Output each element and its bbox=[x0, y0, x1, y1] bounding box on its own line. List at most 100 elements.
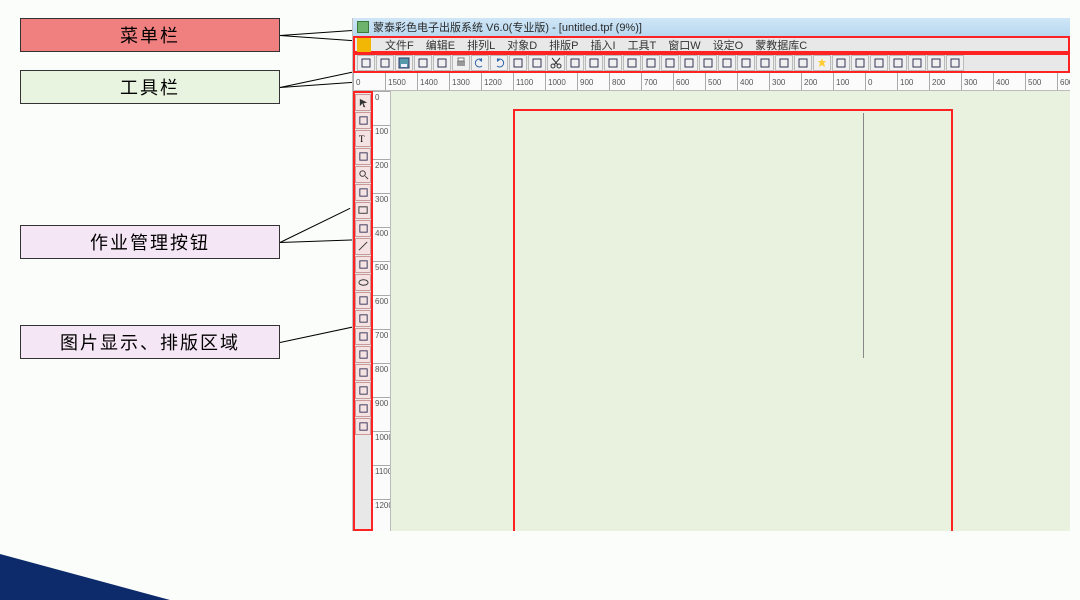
text-box-icon[interactable] bbox=[355, 220, 371, 237]
ruler-label: 0 bbox=[868, 78, 872, 87]
ruler-label: 100 bbox=[900, 78, 913, 87]
wave-icon[interactable] bbox=[355, 310, 371, 327]
open-icon[interactable] bbox=[357, 55, 375, 71]
group-icon[interactable] bbox=[623, 55, 641, 71]
ruler-tick: 0 bbox=[373, 91, 391, 92]
align-center-icon[interactable] bbox=[680, 55, 698, 71]
ruler-tick: 400 bbox=[737, 73, 738, 91]
ruler-label: 800 bbox=[375, 365, 388, 374]
zoom-icon[interactable] bbox=[355, 166, 371, 183]
ruler-label: 900 bbox=[375, 399, 388, 408]
rectangle-icon[interactable] bbox=[355, 202, 371, 219]
ruler-label: 800 bbox=[612, 78, 625, 87]
layers-icon[interactable] bbox=[946, 55, 964, 71]
text-frame-icon[interactable] bbox=[870, 55, 888, 71]
menu-item-object[interactable]: 对象D bbox=[507, 37, 537, 53]
menu-item-settings[interactable]: 设定O bbox=[713, 37, 744, 53]
redo-icon[interactable] bbox=[490, 55, 508, 71]
import-icon[interactable] bbox=[414, 55, 432, 71]
horizontal-ruler: 0150014001300120011001000900800700600500… bbox=[353, 73, 1070, 91]
menu-item-insert[interactable]: 插入I bbox=[591, 37, 616, 53]
color-dropper-icon[interactable] bbox=[794, 55, 812, 71]
canvas-layout-area[interactable] bbox=[513, 109, 953, 531]
ungroup-icon[interactable] bbox=[642, 55, 660, 71]
leader-line bbox=[280, 208, 351, 243]
ruler-tick: 300 bbox=[769, 73, 770, 91]
ruler-tick: 1500 bbox=[385, 73, 386, 91]
ruler-label: 1200 bbox=[484, 78, 502, 87]
paste-icon[interactable] bbox=[585, 55, 603, 71]
ruler-tick: 500 bbox=[1025, 73, 1026, 91]
save-icon[interactable] bbox=[395, 55, 413, 71]
rect-frame-icon[interactable] bbox=[355, 256, 371, 273]
link-icon[interactable] bbox=[775, 55, 793, 71]
to-front-icon[interactable] bbox=[718, 55, 736, 71]
annotation-job-buttons: 作业管理按钮 bbox=[20, 225, 280, 259]
ruler-tick: 600 bbox=[673, 73, 674, 91]
menu-item-arrange[interactable]: 排列L bbox=[467, 37, 495, 53]
measure-icon[interactable] bbox=[832, 55, 850, 71]
artboard-icon[interactable] bbox=[927, 55, 945, 71]
menu-item-layout[interactable]: 排版P bbox=[549, 37, 578, 53]
menu-item-file[interactable]: 文件F bbox=[385, 37, 414, 53]
measure-tool-icon[interactable] bbox=[355, 418, 371, 435]
menu-item-edit[interactable]: 编辑E bbox=[426, 37, 455, 53]
zoom-in-icon[interactable] bbox=[509, 55, 527, 71]
menu-app-icon bbox=[357, 38, 371, 52]
ruler-label: 500 bbox=[1028, 78, 1041, 87]
ruler-tick: 200 bbox=[801, 73, 802, 91]
pan-icon[interactable] bbox=[355, 184, 371, 201]
ellipse-frame-icon[interactable] bbox=[355, 274, 371, 291]
ruler-label: 200 bbox=[804, 78, 817, 87]
align-left-icon[interactable] bbox=[661, 55, 679, 71]
ruler-tick: 0 bbox=[865, 73, 866, 91]
polygon-icon[interactable] bbox=[355, 292, 371, 309]
ruler-tick: 200 bbox=[929, 73, 930, 91]
text-icon[interactable]: T bbox=[355, 130, 371, 147]
bezier-icon[interactable] bbox=[355, 328, 371, 345]
window-title-bar[interactable]: 蒙泰彩色电子出版系统 V6.0(专业版) - [untitled.tpf (9%… bbox=[353, 18, 1070, 36]
monitor-icon[interactable] bbox=[376, 55, 394, 71]
ruler-label: 1400 bbox=[420, 78, 438, 87]
undo-icon[interactable] bbox=[471, 55, 489, 71]
ruler-tick: 100 bbox=[897, 73, 898, 91]
crop-icon[interactable] bbox=[908, 55, 926, 71]
ruler-label: 1500 bbox=[388, 78, 406, 87]
tile-icon[interactable] bbox=[756, 55, 774, 71]
print-icon[interactable] bbox=[452, 55, 470, 71]
ruler-tick: 800 bbox=[609, 73, 610, 91]
grid-icon[interactable] bbox=[889, 55, 907, 71]
ruler-tick: 1000 bbox=[373, 431, 391, 432]
ruler-tick: 500 bbox=[373, 261, 391, 262]
ruler-label: 900 bbox=[580, 78, 593, 87]
align-right-icon[interactable] bbox=[699, 55, 717, 71]
menu-bar[interactable]: 文件F 编辑E 排列L 对象D 排版P 插入I 工具T 窗口W 设定O 蒙教据库… bbox=[353, 36, 1070, 53]
direct-select-icon[interactable] bbox=[355, 112, 371, 129]
properties-icon[interactable] bbox=[604, 55, 622, 71]
cut-icon[interactable] bbox=[547, 55, 565, 71]
ruler-label: 200 bbox=[375, 161, 388, 170]
ruler-label: 400 bbox=[740, 78, 753, 87]
zoom-out-icon[interactable] bbox=[528, 55, 546, 71]
text-vertical-icon[interactable] bbox=[355, 148, 371, 165]
ruler-label: 300 bbox=[375, 195, 388, 204]
menu-item-window[interactable]: 窗口W bbox=[668, 37, 700, 53]
crop-tool-icon[interactable] bbox=[355, 346, 371, 363]
ruler-label: 300 bbox=[772, 78, 785, 87]
menu-item-database[interactable]: 蒙教据库C bbox=[755, 37, 807, 53]
ruler-label: 600 bbox=[676, 78, 689, 87]
line-icon[interactable] bbox=[355, 238, 371, 255]
ruler-label: 100 bbox=[375, 127, 388, 136]
table-icon[interactable] bbox=[355, 364, 371, 381]
freeform-icon[interactable] bbox=[355, 400, 371, 417]
select-icon[interactable] bbox=[355, 94, 371, 111]
curve-icon[interactable] bbox=[355, 382, 371, 399]
settings-icon[interactable] bbox=[851, 55, 869, 71]
star-icon[interactable] bbox=[813, 55, 831, 71]
to-back-icon[interactable] bbox=[737, 55, 755, 71]
ruler-tick: 1100 bbox=[373, 465, 391, 466]
menu-item-tools[interactable]: 工具T bbox=[628, 37, 657, 53]
export-icon[interactable] bbox=[433, 55, 451, 71]
copy-icon[interactable] bbox=[566, 55, 584, 71]
vertical-ruler: 0100200300400500600700800900100011001200 bbox=[373, 91, 391, 531]
